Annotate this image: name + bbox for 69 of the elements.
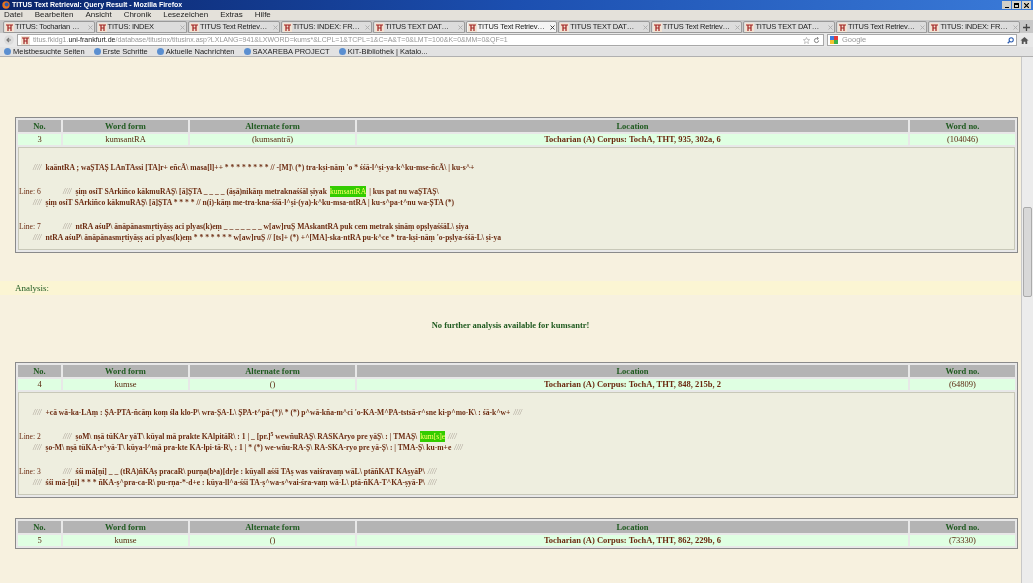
table-cell: Tocharian (A) Corpus: TochA, THT, 935, 302a, 6 (357, 134, 908, 145)
column-header: No. (18, 120, 61, 132)
site-favicon-icon (97, 22, 107, 32)
menu-item[interactable]: Extras (220, 10, 243, 20)
table-cell: kumse (63, 534, 188, 546)
table-cell: 5 (18, 534, 61, 546)
column-header: Word no. (910, 364, 1015, 377)
analysis-message: No further analysis available for kumsantr! (431, 319, 590, 332)
table-cell: (64809) (910, 378, 1015, 390)
close-button[interactable] (1022, 1, 1031, 9)
site-favicon-icon (282, 22, 292, 32)
column-header: Word form (63, 520, 188, 533)
site-favicon-icon (5, 22, 14, 32)
menu-item[interactable]: Ansicht (85, 10, 112, 20)
menu-item[interactable]: Hilfe (254, 10, 271, 20)
column-header: No. (18, 364, 61, 377)
bookmark-icon (4, 48, 11, 55)
back-arrow-icon[interactable] (4, 35, 14, 45)
table-cell: Tocharian (A) Corpus: TochA, THT, 862, 229b, 6 (357, 534, 908, 546)
column-header: Alternate form (190, 120, 355, 132)
menu-item[interactable]: Lesezeichen (163, 10, 209, 20)
minimize-button[interactable] (1002, 1, 1011, 9)
table-cell: (kumsantrā) (190, 134, 355, 145)
bookmark-icon (93, 48, 101, 55)
site-favicon-icon (745, 22, 755, 32)
home-icon[interactable] (1020, 35, 1029, 45)
site-favicon-icon (375, 22, 385, 32)
table-cell: kumse (63, 378, 188, 390)
star-icon[interactable] (803, 36, 810, 44)
browser-logo-icon (2, 1, 10, 9)
scrollbar[interactable] (1021, 57, 1033, 583)
search-engine-icon[interactable] (830, 36, 839, 44)
menu-item[interactable]: Bearbeiten (34, 10, 74, 20)
table-cell: (104046) (910, 134, 1015, 145)
site-favicon-icon (21, 35, 30, 45)
analysis-heading: Analysis: (0, 281, 1021, 295)
bookmark-icon (156, 48, 164, 55)
close-tab-icon[interactable] (550, 24, 556, 30)
site-favicon-icon (560, 22, 570, 32)
column-header: Alternate form (190, 520, 355, 533)
search-icon[interactable] (1007, 36, 1014, 44)
menu-item[interactable]: Chronik (123, 10, 152, 20)
site-favicon-icon (467, 22, 477, 32)
table-cell: () (190, 534, 355, 546)
column-header: Word form (63, 120, 188, 132)
column-header: Location (357, 364, 908, 377)
column-header: Word no. (910, 520, 1015, 533)
site-favicon-icon (837, 22, 847, 32)
table-cell: 4 (18, 378, 61, 390)
reload-icon[interactable] (813, 36, 820, 44)
column-header: Word no. (910, 120, 1015, 132)
table-cell: kumsantRA (63, 134, 188, 145)
column-header: Location (357, 520, 908, 533)
site-favicon-icon (930, 22, 940, 32)
site-favicon-icon (190, 22, 200, 32)
column-header: Location (357, 120, 908, 132)
menu-item[interactable]: Datei (4, 10, 23, 20)
table-cell: 3 (18, 134, 61, 145)
table-cell: Tocharian (A) Corpus: TochA, THT, 848, 215b, 2 (357, 378, 908, 390)
site-favicon-icon (652, 22, 662, 32)
table-cell: () (190, 378, 355, 390)
maximize-button[interactable] (1012, 1, 1021, 9)
column-header: No. (18, 520, 61, 533)
bookmark-icon (338, 48, 346, 55)
table-cell: (73330) (910, 534, 1015, 546)
bookmark-icon (243, 48, 251, 55)
new-tab-icon[interactable] (1023, 24, 1030, 31)
column-header: Alternate form (190, 364, 355, 377)
column-header: Word form (63, 364, 188, 377)
